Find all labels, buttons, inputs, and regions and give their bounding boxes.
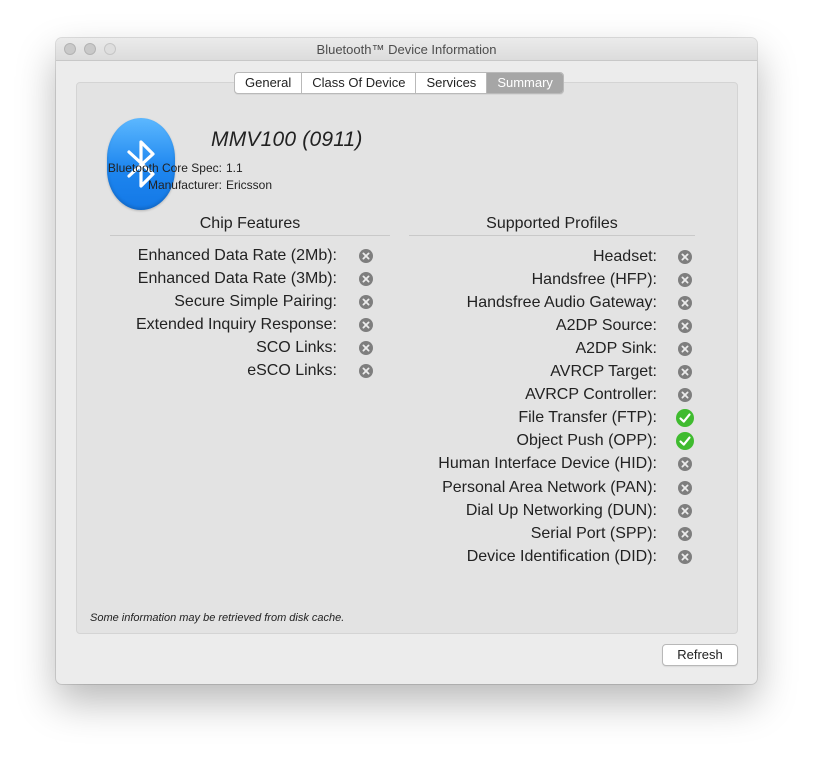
profile-row: AVRCP Controller: xyxy=(56,385,705,405)
x-circle-icon xyxy=(678,388,692,403)
tab-general[interactable]: General xyxy=(235,73,303,93)
refresh-button[interactable]: Refresh xyxy=(662,644,738,666)
profile-label: Handsfree (HFP): xyxy=(531,271,657,289)
profile-row: Dial Up Networking (DUN): xyxy=(56,501,705,521)
profile-row: Device Identification (DID): xyxy=(56,547,705,567)
profile-row: Handsfree Audio Gateway: xyxy=(56,293,705,313)
checkmark-icon xyxy=(676,432,694,451)
core-spec-label: Bluetooth Core Spec: xyxy=(107,161,222,175)
tab-summary[interactable]: Summary xyxy=(487,73,563,93)
tab-bar: General Class Of Device Services Summary xyxy=(234,72,564,94)
device-name: MMV100 (0911) xyxy=(211,128,363,151)
manufacturer-label: Manufacturer: xyxy=(147,178,222,192)
x-circle-icon xyxy=(678,273,692,288)
profile-row: Object Push (OPP): xyxy=(56,431,705,451)
profile-label: Dial Up Networking (DUN): xyxy=(465,501,657,519)
x-circle-icon xyxy=(678,296,692,311)
checkmark-icon xyxy=(676,409,694,428)
x-circle-icon xyxy=(678,549,692,564)
tab-class-of-device[interactable]: Class Of Device xyxy=(302,73,417,93)
profile-row: Personal Area Network (PAN): xyxy=(56,478,705,498)
profile-row: Headset: xyxy=(56,247,705,267)
x-circle-icon xyxy=(678,342,692,357)
profile-row: A2DP Source: xyxy=(56,316,705,336)
profile-label: Handsfree Audio Gateway: xyxy=(466,294,657,312)
profile-label: Object Push (OPP): xyxy=(516,432,658,450)
profile-row: Serial Port (SPP): xyxy=(56,524,705,544)
profile-label: AVRCP Controller: xyxy=(525,386,657,404)
profile-label: File Transfer (FTP): xyxy=(518,409,657,427)
manufacturer-row: Manufacturer: Ericsson xyxy=(72,178,272,192)
profile-row: File Transfer (FTP): xyxy=(56,408,705,428)
profile-label: Device Identification (DID): xyxy=(466,547,657,565)
profile-label: A2DP Source: xyxy=(555,317,657,335)
profile-row: A2DP Sink: xyxy=(56,339,705,359)
x-circle-icon xyxy=(678,457,692,472)
x-circle-icon xyxy=(678,526,692,541)
profile-row: Human Interface Device (HID): xyxy=(56,454,705,474)
profile-label: Serial Port (SPP): xyxy=(530,524,657,542)
tab-services[interactable]: Services xyxy=(416,73,488,93)
profile-label: Human Interface Device (HID): xyxy=(438,455,657,473)
profile-row: Handsfree (HFP): xyxy=(56,270,705,290)
x-circle-icon xyxy=(678,365,692,380)
supported-profiles-divider xyxy=(409,235,695,236)
profile-label: A2DP Sink: xyxy=(575,340,657,358)
core-spec-row: Bluetooth Core Spec: 1.1 xyxy=(72,161,243,175)
x-circle-icon xyxy=(678,319,692,334)
profile-label: Personal Area Network (PAN): xyxy=(442,478,657,496)
chip-features-divider xyxy=(110,235,390,236)
supported-profiles-heading: Supported Profiles xyxy=(486,215,618,232)
chip-features-heading: Chip Features xyxy=(199,215,301,232)
title-bar[interactable]: Bluetooth™ Device Information xyxy=(56,38,757,61)
x-circle-icon xyxy=(678,250,692,264)
profile-row: AVRCP Target: xyxy=(56,362,705,382)
x-circle-icon xyxy=(678,480,692,495)
window-title: Bluetooth™ Device Information xyxy=(316,42,497,57)
profile-label: AVRCP Target: xyxy=(550,363,657,381)
manufacturer-value: Ericsson xyxy=(226,178,273,192)
core-spec-value: 1.1 xyxy=(226,161,243,175)
profile-label: Headset: xyxy=(592,248,657,265)
cache-footnote: Some information may be retrieved from d… xyxy=(90,612,345,624)
x-circle-icon xyxy=(678,503,692,518)
device-info-window: Bluetooth™ Device Information General Cl… xyxy=(56,38,757,684)
